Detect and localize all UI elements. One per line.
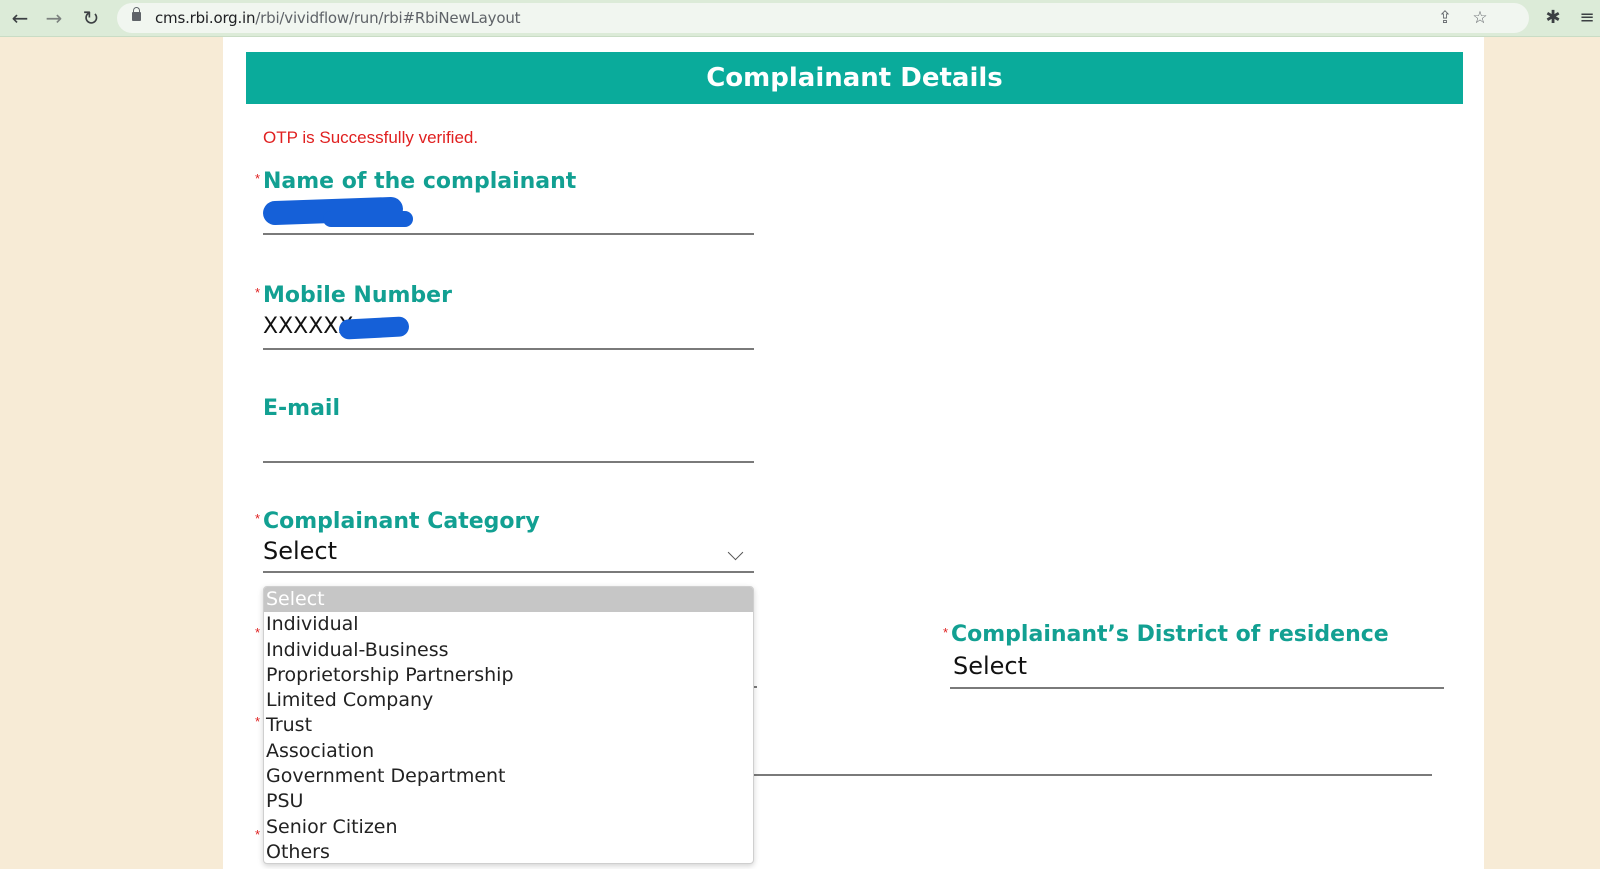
category-option[interactable]: Proprietorship Partnership <box>264 663 753 688</box>
url-host: cms.rbi.org.in <box>155 9 256 27</box>
forward-arrow-icon[interactable]: → <box>41 5 67 31</box>
required-marker: * <box>943 625 949 640</box>
share-icon[interactable]: ⇪ <box>1433 6 1457 30</box>
required-marker: * <box>255 625 261 640</box>
mobile-label: Mobile Number <box>263 283 452 308</box>
obscured-field-underline <box>754 774 1432 776</box>
form-card: Complainant Details OTP is Successfully … <box>223 37 1484 869</box>
name-underline <box>263 233 754 235</box>
browser-toolbar: ← → ↻ cms.rbi.org.in/rbi/vividflow/run/r… <box>0 0 1600 37</box>
category-dropdown-list[interactable]: Select Individual Individual-Business Propr… <box>263 586 754 864</box>
category-label: Complainant Category <box>263 509 540 534</box>
category-option[interactable]: Government Department <box>264 764 753 789</box>
required-marker: * <box>255 171 261 186</box>
required-marker: * <box>255 511 261 526</box>
redaction-scribble <box>323 211 413 227</box>
district-select[interactable]: Select <box>950 652 1444 692</box>
category-option[interactable]: Senior Citizen <box>264 815 753 840</box>
reading-list-icon[interactable]: ≡ <box>1574 5 1600 31</box>
category-selected-value: Select <box>263 537 338 565</box>
url-text[interactable]: cms.rbi.org.in/rbi/vividflow/run/rbi#Rbi… <box>155 9 521 27</box>
email-underline <box>263 461 754 463</box>
bookmark-star-icon[interactable]: ☆ <box>1468 6 1492 30</box>
email-label: E-mail <box>263 396 341 421</box>
category-option[interactable]: Individual <box>264 612 753 637</box>
chevron-down-icon <box>727 544 744 561</box>
redaction-scribble <box>338 316 410 340</box>
category-option[interactable]: PSU <box>264 789 753 814</box>
required-marker: * <box>255 714 261 729</box>
required-marker: * <box>255 285 261 300</box>
category-option[interactable]: Trust <box>264 713 753 738</box>
category-option[interactable]: Others <box>264 840 753 863</box>
page-title: Complainant Details <box>246 52 1463 104</box>
email-field[interactable] <box>263 425 754 465</box>
name-label: Name of the complainant <box>263 169 577 194</box>
district-label: Complainant’s District of residence <box>951 622 1389 647</box>
back-arrow-icon[interactable]: ← <box>7 5 33 31</box>
url-path: /rbi/vividflow/run/rbi#RbiNewLayout <box>255 9 521 27</box>
mobile-underline <box>263 348 754 350</box>
name-field[interactable] <box>262 196 754 237</box>
district-underline <box>950 687 1444 689</box>
category-option[interactable]: Association <box>264 739 753 764</box>
category-select[interactable]: Select <box>263 537 754 577</box>
category-option[interactable]: Select <box>264 587 753 613</box>
reload-icon[interactable]: ↻ <box>78 5 104 31</box>
otp-status-message: OTP is Successfully verified. <box>263 128 479 147</box>
address-bar[interactable]: cms.rbi.org.in/rbi/vividflow/run/rbi#Rbi… <box>117 3 1529 33</box>
category-underline <box>263 571 754 573</box>
mobile-field[interactable]: XXXXXX <box>263 312 754 352</box>
extensions-puzzle-icon[interactable]: ✱ <box>1540 5 1566 31</box>
required-marker: * <box>255 827 261 842</box>
lock-icon <box>132 7 141 21</box>
category-option[interactable]: Individual-Business <box>264 638 753 663</box>
category-option[interactable]: Limited Company <box>264 688 753 713</box>
district-selected-value: Select <box>953 652 1028 680</box>
obscured-field-underline <box>754 686 757 688</box>
